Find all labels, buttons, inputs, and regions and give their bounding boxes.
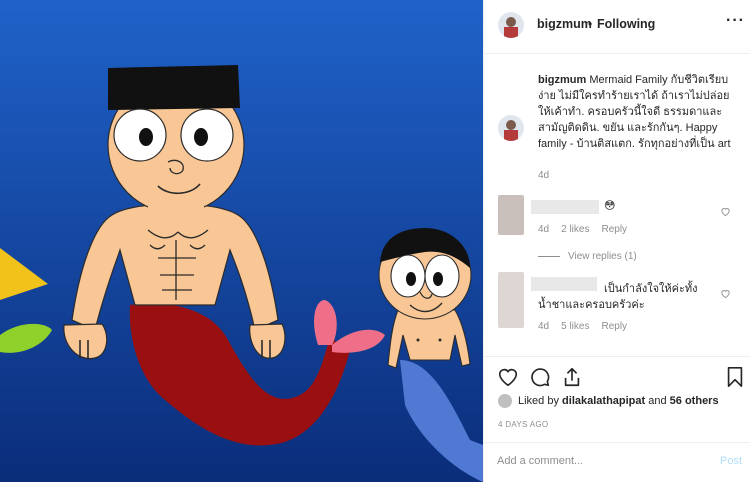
divider [538, 255, 560, 257]
more-options-icon[interactable]: ··· [726, 12, 745, 30]
avatar[interactable] [498, 12, 524, 38]
post-comment-button[interactable]: Post [720, 455, 742, 467]
bookmark-icon[interactable] [724, 366, 746, 388]
post-header: bigzmum • Following ··· [484, 0, 750, 54]
comment-likes[interactable]: 2 likes [561, 224, 589, 235]
likes-and: and [648, 395, 667, 407]
comment-time: 4d [538, 224, 550, 235]
add-comment-input[interactable]: Add a comment... [497, 455, 583, 467]
comment-like-heart-icon[interactable] [720, 206, 731, 217]
post-date: 4 DAYS AGO [498, 420, 549, 429]
heart-icon[interactable] [497, 366, 519, 388]
liker-username[interactable]: dilakalathapipat [562, 395, 645, 407]
comment-meta: 4d 5 likes Reply [538, 321, 639, 332]
comment-likes[interactable]: 5 likes [561, 321, 589, 332]
commenter-name-redacted[interactable] [531, 200, 599, 214]
comment-text: 😳 [604, 200, 616, 212]
action-bar [484, 356, 750, 396]
share-icon[interactable] [561, 366, 583, 388]
caption-time: 4d [538, 170, 550, 181]
reply-button[interactable]: Reply [601, 321, 627, 332]
comment-icon[interactable] [529, 366, 551, 388]
comment-meta: 4d 2 likes Reply [538, 224, 639, 235]
liker-avatar[interactable] [498, 394, 512, 408]
comment-text: เป็นกำลังใจให้ค่ะทั้งน้ำชาและครอบครัวค่ะ [538, 283, 698, 311]
view-replies-label: View replies (1) [568, 251, 637, 262]
caption-username[interactable]: bigzmum [538, 74, 586, 86]
view-replies-link[interactable]: View replies (1) [538, 251, 637, 262]
comments-list[interactable]: bigzmum Mermaid Family กับชีวิตเรียบง่าย… [484, 55, 750, 355]
mermaid-family-illustration [0, 0, 483, 482]
likes-others-link[interactable]: 56 others [670, 395, 719, 407]
separator-dot: • [588, 17, 593, 31]
avatar[interactable] [498, 115, 524, 141]
add-comment-bar: Add a comment... Post [484, 442, 750, 482]
commenter-avatar[interactable] [498, 272, 524, 328]
caption: bigzmum Mermaid Family กับชีวิตเรียบง่าย… [538, 72, 738, 152]
comment-time: 4d [538, 321, 550, 332]
username-link[interactable]: bigzmum [537, 17, 592, 31]
post-sidebar: bigzmum • Following ··· bigzmum Mermaid … [483, 0, 750, 482]
reply-button[interactable]: Reply [601, 224, 627, 235]
post-image[interactable] [0, 0, 483, 482]
commenter-avatar[interactable] [498, 195, 524, 235]
likes-prefix: Liked by [518, 395, 559, 407]
following-button[interactable]: Following [597, 17, 655, 31]
comment-like-heart-icon[interactable] [720, 288, 731, 299]
